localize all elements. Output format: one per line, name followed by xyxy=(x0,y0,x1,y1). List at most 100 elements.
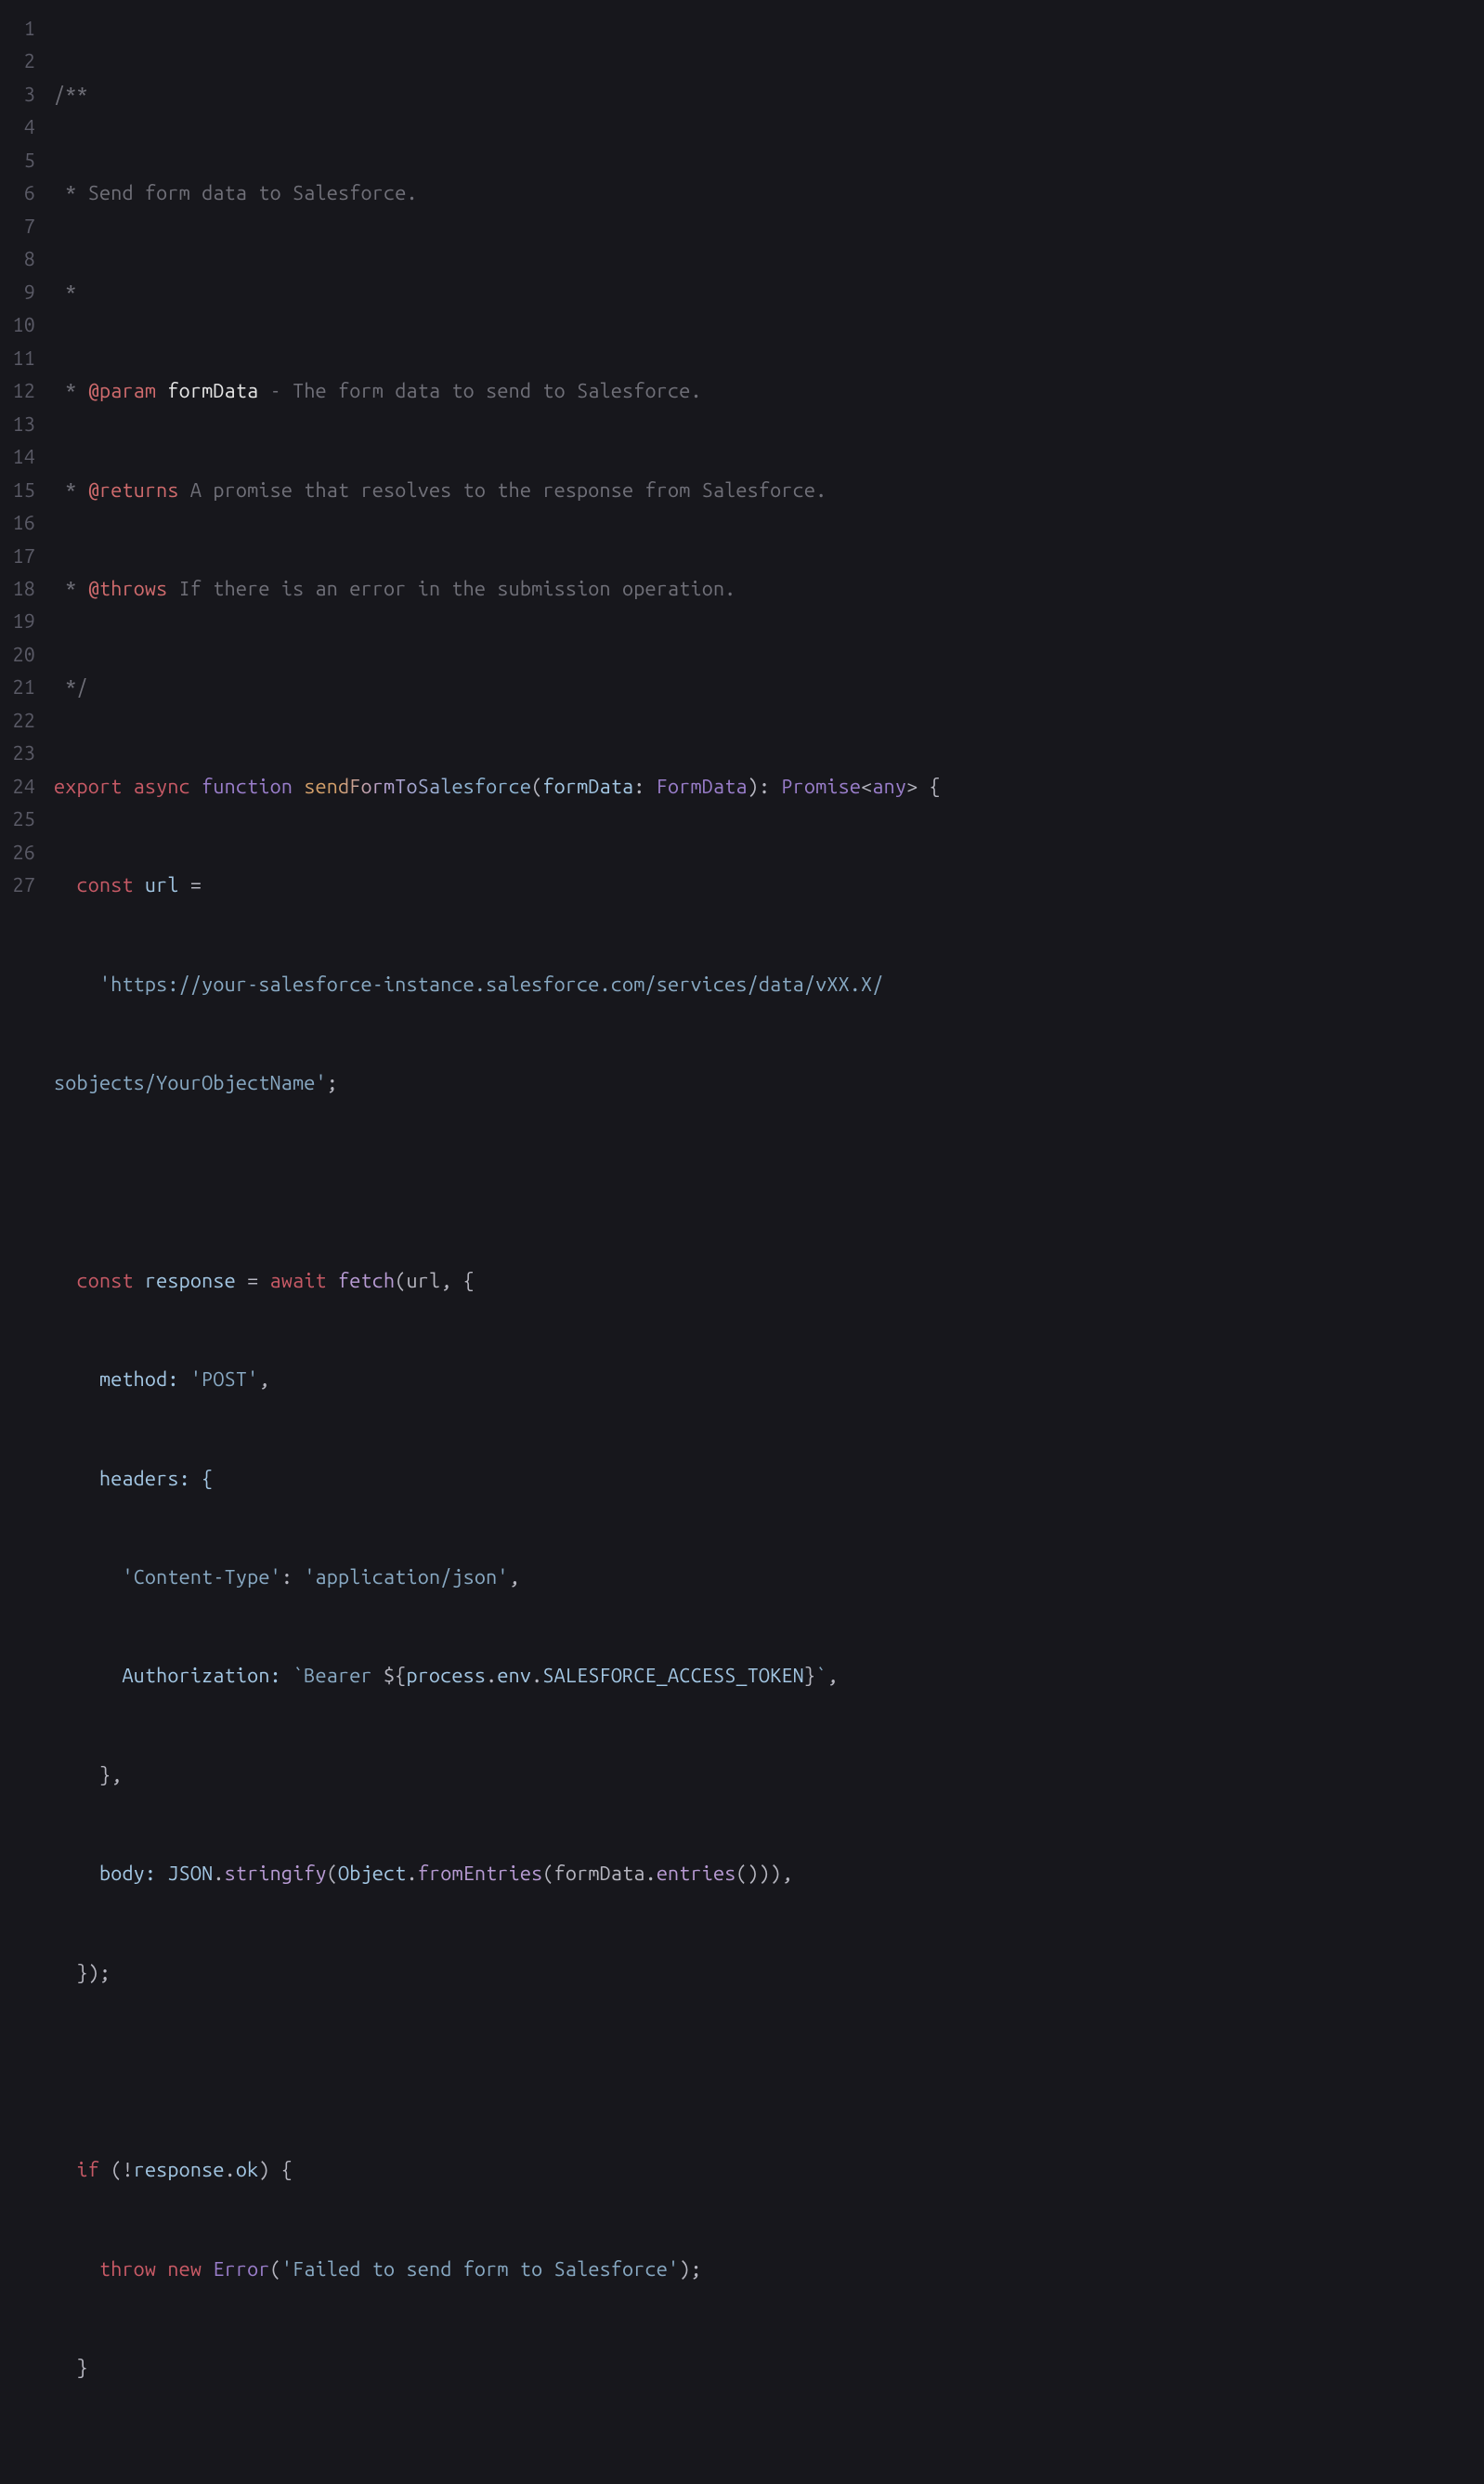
code-line[interactable] xyxy=(54,2451,1484,2484)
token-punct: , xyxy=(258,1368,269,1391)
code-line[interactable]: * @throws If there is an error in the su… xyxy=(54,573,1484,606)
token-keyword: new xyxy=(156,2258,202,2281)
code-line[interactable] xyxy=(54,1166,1484,1198)
code-line[interactable]: }); xyxy=(54,1957,1484,1990)
code-line[interactable]: if (!response.ok) { xyxy=(54,2154,1484,2187)
code-line[interactable]: const response = await fetch(url, { xyxy=(54,1265,1484,1298)
token-punct: , xyxy=(827,1665,838,1687)
token-jsdoc-tag: @param xyxy=(88,380,156,402)
token-punct: : xyxy=(759,776,781,798)
token-punct: ) xyxy=(748,776,759,798)
code-line[interactable]: }, xyxy=(54,1759,1484,1792)
token-comment: * xyxy=(54,281,76,304)
code-line[interactable]: headers: { xyxy=(54,1463,1484,1496)
token-call: fetch xyxy=(327,1270,395,1292)
token-op: ! xyxy=(122,2159,133,2181)
token-punct: . xyxy=(531,1665,542,1687)
token-keyword: export xyxy=(54,776,122,798)
code-line[interactable]: } xyxy=(54,2352,1484,2385)
line-number: 11 xyxy=(0,343,35,375)
line-number: 20 xyxy=(0,639,35,672)
line-number: 16 xyxy=(0,507,35,540)
token-ident: response xyxy=(134,1270,236,1292)
token-punct: ( xyxy=(531,776,542,798)
code-line[interactable]: method: 'POST', xyxy=(54,1364,1484,1396)
code-line[interactable]: 'Content-Type': 'application/json', xyxy=(54,1562,1484,1594)
token-prop: ok xyxy=(236,2159,258,2181)
line-number: 24 xyxy=(0,771,35,804)
token-punct: < xyxy=(861,776,872,798)
token-punct: (url, { xyxy=(395,1270,475,1292)
code-line[interactable]: /** xyxy=(54,79,1484,111)
token-punct: ( xyxy=(99,2159,122,2181)
token-ident: JSON xyxy=(167,1863,213,1885)
token-punct: : xyxy=(281,1566,304,1588)
token-param-name: formData xyxy=(156,380,258,402)
line-number: 13 xyxy=(0,409,35,441)
token-jsdoc-tag: @returns xyxy=(88,479,179,502)
code-line[interactable]: export async function sendFormToSalesfor… xyxy=(54,771,1484,804)
token-punct: ())), xyxy=(736,1863,793,1885)
token-ident: Object xyxy=(338,1863,406,1885)
token-punct: }, xyxy=(54,1764,122,1786)
token-keyword: const xyxy=(54,874,134,896)
token-punct: (formData. xyxy=(542,1863,656,1885)
token-constant: SALESFORCE_ACCESS_TOKEN xyxy=(542,1665,804,1687)
line-number: 10 xyxy=(0,309,35,342)
token-punct: ); xyxy=(679,2258,701,2281)
code-line[interactable]: * @returns A promise that resolves to th… xyxy=(54,475,1484,507)
token-param: formData xyxy=(542,776,633,798)
code-line[interactable]: * Send form data to Salesforce. xyxy=(54,177,1484,210)
line-number: 26 xyxy=(0,837,35,869)
token-jsdoc-tag: @throws xyxy=(88,578,168,600)
line-number: 23 xyxy=(0,738,35,770)
line-number: 21 xyxy=(0,672,35,704)
token-punct: } xyxy=(804,1665,815,1687)
token-ident: env xyxy=(497,1665,531,1687)
code-line[interactable]: throw new Error('Failed to send form to … xyxy=(54,2254,1484,2286)
token-keyword: await xyxy=(270,1270,327,1292)
line-number-gutter: 1 2 3 4 5 6 7 8 9 10 11 12 13 14 15 16 1… xyxy=(0,13,54,2484)
token-punct: > xyxy=(906,776,918,798)
token-punct: : xyxy=(633,776,656,798)
code-line[interactable]: sobjects/YourObjectName'; xyxy=(54,1067,1484,1100)
token-comment: * xyxy=(54,578,88,600)
code-line[interactable] xyxy=(54,2056,1484,2088)
line-number: 19 xyxy=(0,606,35,638)
token-op: = xyxy=(179,874,202,896)
line-number: 6 xyxy=(0,177,35,210)
line-number: 22 xyxy=(0,705,35,738)
token-comment: Send form data to Salesforce. xyxy=(88,182,418,204)
token-keyword: if xyxy=(54,2159,99,2181)
token-type: any xyxy=(872,776,906,798)
token-call: entries xyxy=(657,1863,736,1885)
line-number: 18 xyxy=(0,573,35,606)
code-editor[interactable]: 1 2 3 4 5 6 7 8 9 10 11 12 13 14 15 16 1… xyxy=(0,13,1484,2484)
code-line[interactable]: */ xyxy=(54,672,1484,704)
code-line[interactable]: * xyxy=(54,277,1484,309)
line-number: 27 xyxy=(0,869,35,902)
token-indent xyxy=(54,1566,122,1588)
code-area[interactable]: /** * Send form data to Salesforce. * * … xyxy=(54,13,1484,2484)
token-punct: . xyxy=(486,1665,497,1687)
code-line[interactable]: * @param formData - The form data to sen… xyxy=(54,375,1484,408)
line-number: 5 xyxy=(0,145,35,177)
token-string: sobjects/YourObjectName' xyxy=(54,1072,327,1094)
token-comment: * xyxy=(54,182,88,204)
code-line[interactable]: body: JSON.stringify(Object.fromEntries(… xyxy=(54,1858,1484,1890)
line-number: 4 xyxy=(0,111,35,144)
line-number: 15 xyxy=(0,475,35,507)
token-punct: ${ xyxy=(384,1665,406,1687)
token-prop: headers: { xyxy=(54,1468,213,1490)
token-punct: } xyxy=(54,2357,88,2379)
code-line[interactable]: const url = xyxy=(54,869,1484,902)
token-punct: ( xyxy=(327,1863,338,1885)
code-line[interactable]: 'https://your-salesforce-instance.salesf… xyxy=(54,969,1484,1001)
token-keyword: async xyxy=(122,776,189,798)
token-punct: ; xyxy=(327,1072,338,1094)
line-number: 25 xyxy=(0,804,35,836)
line-number: 3 xyxy=(0,79,35,111)
code-line[interactable]: Authorization: `Bearer ${process.env.SAL… xyxy=(54,1660,1484,1693)
token-punct: { xyxy=(918,776,940,798)
line-number: 1 xyxy=(0,13,35,46)
